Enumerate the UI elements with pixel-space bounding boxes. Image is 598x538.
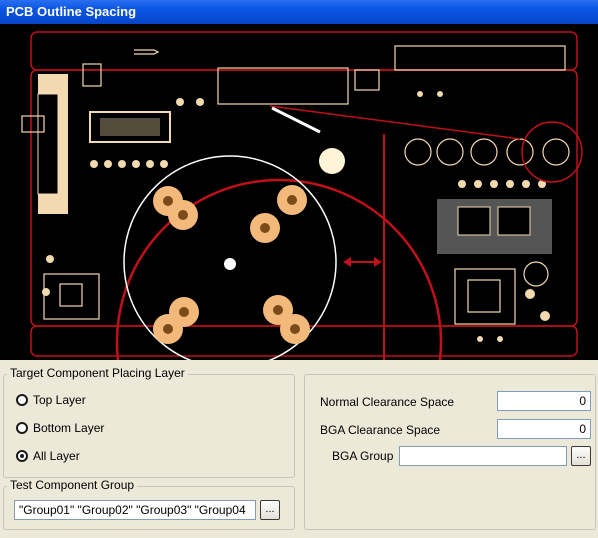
all-layer-radio[interactable] bbox=[16, 450, 28, 462]
window-title: PCB Outline Spacing bbox=[0, 0, 598, 24]
placing-layer-title: Target Component Placing Layer bbox=[7, 366, 188, 380]
pcb-preview bbox=[0, 24, 598, 360]
bga-group-browse-button[interactable]: ... bbox=[571, 446, 591, 466]
bottom-layer-label[interactable]: Bottom Layer bbox=[33, 421, 104, 435]
normal-clearance-input[interactable] bbox=[497, 391, 591, 411]
normal-clearance-label: Normal Clearance Space bbox=[320, 395, 455, 409]
bga-group-input[interactable] bbox=[399, 446, 567, 466]
bga-group-label: BGA Group bbox=[332, 449, 394, 463]
test-group-title: Test Component Group bbox=[7, 478, 138, 492]
bottom-layer-radio[interactable] bbox=[16, 422, 28, 434]
all-layer-label[interactable]: All Layer bbox=[33, 449, 80, 463]
test-group-input[interactable] bbox=[14, 500, 256, 520]
bga-clearance-label: BGA Clearance Space bbox=[320, 423, 441, 437]
test-group-browse-button[interactable]: ... bbox=[260, 500, 280, 520]
top-layer-radio[interactable] bbox=[16, 394, 28, 406]
bga-clearance-input[interactable] bbox=[497, 419, 591, 439]
top-layer-label[interactable]: Top Layer bbox=[33, 393, 86, 407]
